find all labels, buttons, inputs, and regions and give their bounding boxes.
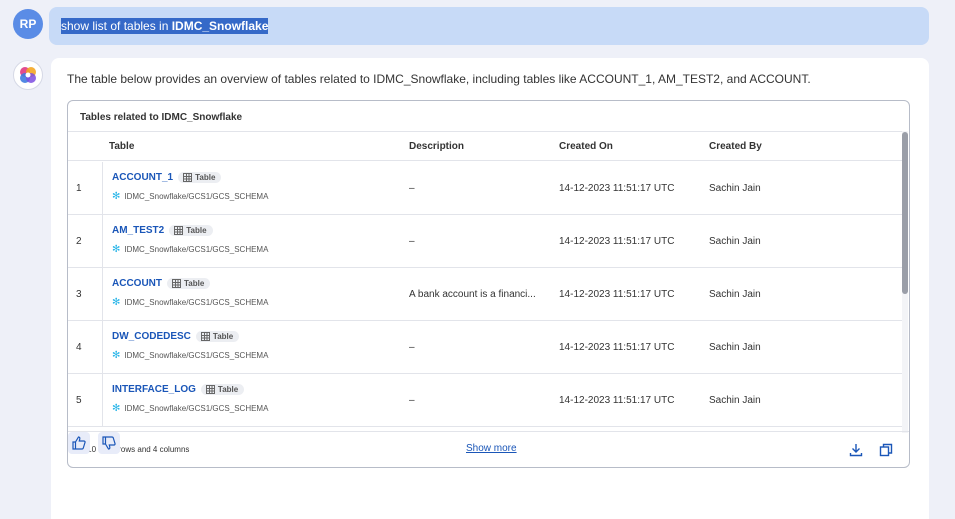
- row-index: 3: [68, 268, 103, 320]
- thumbs-up-icon: [72, 436, 86, 450]
- row-description: –: [409, 394, 415, 406]
- table-row: 3 ACCOUNT Table ✻ IDMC_Snowflake/GCS1/GCS_…: [68, 268, 905, 321]
- table-name-link[interactable]: AM_TEST2 Table: [112, 225, 213, 236]
- thumbs-down-button[interactable]: [98, 432, 120, 454]
- row-created-by: Sachin Jain: [709, 182, 761, 194]
- row-created-by: Sachin Jain: [709, 341, 761, 353]
- row-created-by: Sachin Jain: [709, 235, 761, 247]
- row-created-on: 14-12-2023 11:51:17 UTC: [559, 288, 675, 300]
- snowflake-icon: ✻: [112, 191, 121, 202]
- table-scrollbar-thumb[interactable]: [902, 132, 908, 294]
- table-row: 5 INTERFACE_LOG Table ✻ IDMC_Snowflake/GCS…: [68, 374, 905, 427]
- table-name-link[interactable]: INTERFACE_LOG Table: [112, 384, 245, 395]
- row-count-summary: 1-10 of 25 rows and 4 columns: [80, 445, 190, 454]
- row-description: –: [409, 182, 415, 194]
- table-path: ✻ IDMC_Snowflake/GCS1/GCS_SCHEMA: [112, 297, 269, 308]
- row-created-on: 14-12-2023 11:51:17 UTC: [559, 235, 675, 247]
- table-type-badge: Table: [169, 225, 213, 236]
- user-avatar: RP: [13, 9, 43, 39]
- row-index: 5: [68, 374, 103, 426]
- table-name-link[interactable]: DW_CODEDESC Table: [112, 331, 240, 342]
- show-more-link[interactable]: Show more: [466, 443, 517, 454]
- table-row: 1 ACCOUNT_1 Table ✻ IDMC_Snowflake/GCS1/GC…: [68, 162, 905, 215]
- snowflake-icon: ✻: [112, 297, 121, 308]
- user-prompt-bubble: show list of tables in IDMC_Snowflake: [49, 7, 929, 45]
- table-type-badge: Table: [200, 384, 245, 395]
- table-path: ✻ IDMC_Snowflake/GCS1/GCS_SCHEMA: [112, 403, 269, 414]
- column-header-description[interactable]: Description: [409, 141, 464, 152]
- table-name-link[interactable]: ACCOUNT_1 Table: [112, 172, 222, 183]
- thumbs-down-icon: [102, 436, 116, 450]
- snowflake-icon: ✻: [112, 244, 121, 255]
- table-path: ✻ IDMC_Snowflake/GCS1/GCS_SCHEMA: [112, 191, 269, 202]
- row-description: –: [409, 235, 415, 247]
- copy-icon[interactable]: [879, 443, 893, 457]
- table-row: 2 AM_TEST2 Table ✻ IDMC_Snowflake/GCS1/GCS…: [68, 215, 905, 268]
- prompt-text: show list of tables in IDMC_Snowflake: [61, 18, 269, 34]
- table-grid-icon: [174, 226, 184, 235]
- table-grid-icon: [183, 173, 193, 182]
- row-description: A bank account is a financi...: [409, 288, 536, 300]
- table-name-link[interactable]: ACCOUNT Table: [112, 278, 211, 289]
- table-grid-icon: [205, 385, 215, 394]
- table-type-badge: Table: [195, 331, 240, 342]
- table-grid-icon: [172, 279, 181, 288]
- table-card-title: Tables related to IDMC_Snowflake: [80, 112, 243, 123]
- table-row: 4 DW_CODEDESC Table ✻ IDMC_Snowflake/GCS1/…: [68, 321, 905, 374]
- table-grid-icon: [200, 332, 210, 341]
- snowflake-icon: ✻: [112, 403, 121, 414]
- row-index: 4: [68, 321, 103, 373]
- thumbs-up-button[interactable]: [68, 432, 90, 454]
- download-icon[interactable]: [849, 443, 863, 457]
- column-header-created-by[interactable]: Created By: [709, 141, 762, 152]
- table-type-badge: Table: [178, 172, 222, 183]
- row-created-by: Sachin Jain: [709, 394, 761, 406]
- column-header-created-on[interactable]: Created On: [559, 141, 613, 152]
- snowflake-icon: ✻: [112, 350, 121, 361]
- row-created-on: 14-12-2023 11:51:17 UTC: [559, 394, 675, 406]
- row-created-by: Sachin Jain: [709, 288, 761, 300]
- table-path: ✻ IDMC_Snowflake/GCS1/GCS_SCHEMA: [112, 244, 269, 255]
- table-header: Table Description Created On Created By: [68, 131, 905, 161]
- row-index: 2: [68, 215, 103, 267]
- ai-assistant-logo-icon: [13, 60, 43, 90]
- row-index: 1: [68, 162, 103, 214]
- tables-result-card: Tables related to IDMC_Snowflake Table D…: [67, 100, 910, 468]
- row-description: –: [409, 341, 415, 353]
- row-created-on: 14-12-2023 11:51:17 UTC: [559, 341, 675, 353]
- table-footer: 1-10 of 25 rows and 4 columns Show more: [68, 431, 909, 467]
- table-body: 1 ACCOUNT_1 Table ✻ IDMC_Snowflake/GCS1/GC…: [68, 162, 905, 432]
- row-created-on: 14-12-2023 11:51:17 UTC: [559, 182, 675, 194]
- table-type-badge: Table: [167, 278, 211, 289]
- column-header-table[interactable]: Table: [109, 141, 134, 152]
- assistant-answer: The table below provides an overview of …: [51, 58, 929, 519]
- answer-intro: The table below provides an overview of …: [67, 72, 811, 86]
- table-path: ✻ IDMC_Snowflake/GCS1/GCS_SCHEMA: [112, 350, 269, 361]
